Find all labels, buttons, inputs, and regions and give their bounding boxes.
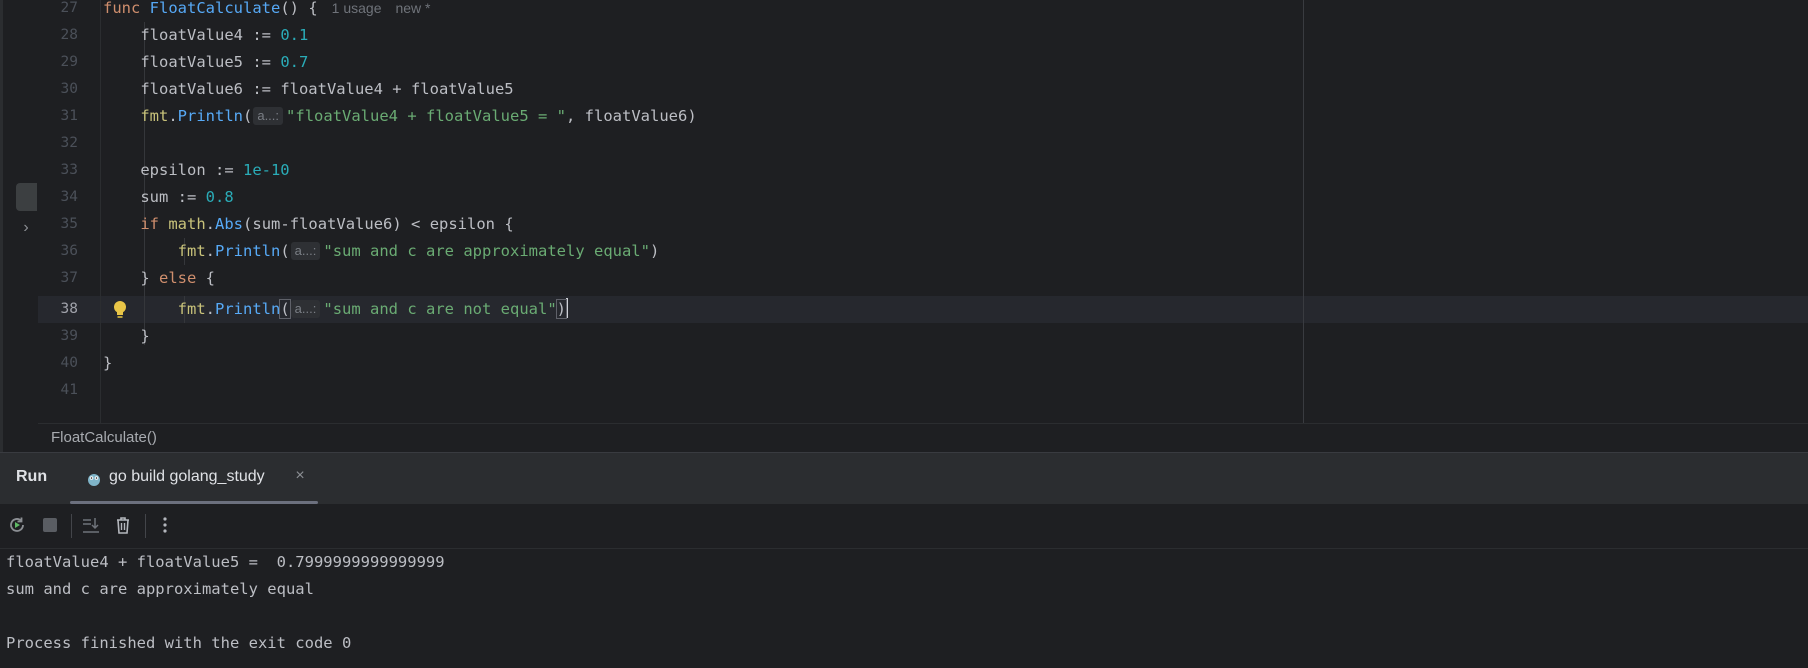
toolbar-separator bbox=[71, 514, 72, 538]
matched-paren: ) bbox=[555, 299, 568, 319]
gopher-icon bbox=[88, 474, 100, 486]
line-number: 33 bbox=[60, 162, 78, 178]
code-line-39[interactable]: } bbox=[103, 323, 149, 350]
line-number: 27 bbox=[60, 0, 78, 16]
left-tool-strip bbox=[0, 0, 3, 452]
breadcrumb[interactable]: FloatCalculate() bbox=[51, 429, 157, 446]
stop-icon[interactable] bbox=[39, 514, 61, 536]
more-options-icon[interactable] bbox=[154, 514, 176, 536]
parameter-hint: a...: bbox=[253, 107, 284, 125]
lightbulb-icon[interactable] bbox=[110, 299, 130, 321]
console-line: floatValue4 + floatValue5 = 0.7999999999… bbox=[6, 553, 445, 571]
toolbar-separator bbox=[145, 514, 146, 538]
run-header: Run go build golang_study × bbox=[0, 453, 1808, 504]
line-number-current: 38 bbox=[60, 301, 78, 317]
line-number: 29 bbox=[60, 54, 78, 70]
line-number: 41 bbox=[60, 382, 78, 398]
line-number: 28 bbox=[60, 27, 78, 43]
rerun-icon[interactable] bbox=[6, 514, 28, 536]
code-line-33[interactable]: epsilon := 1e-10 bbox=[103, 157, 289, 184]
parameter-hint: a...: bbox=[290, 242, 321, 260]
gutter-divider bbox=[100, 0, 101, 423]
scroll-to-end-icon[interactable] bbox=[80, 514, 102, 536]
code-line-38[interactable]: fmt.Println(a...: "sum and c are not equa… bbox=[103, 296, 568, 323]
line-number: 37 bbox=[60, 270, 78, 286]
line-number: 34 bbox=[60, 189, 78, 205]
console-line: Process finished with the exit code 0 bbox=[6, 634, 352, 652]
code-line-35[interactable]: if math.Abs(sum-floatValue6) < epsilon { bbox=[103, 211, 513, 238]
text-caret bbox=[566, 298, 568, 318]
code-line-40[interactable]: } bbox=[103, 350, 112, 377]
matched-paren: ( bbox=[279, 299, 291, 319]
tab-run-configuration[interactable]: go build golang_study × bbox=[70, 453, 318, 504]
breadcrumb-bar: FloatCalculate() bbox=[38, 423, 1808, 453]
line-number-gutter[interactable]: 27 28 29 30 31 32 33 34 35 36 37 38 39 4… bbox=[38, 0, 100, 423]
code-line-28[interactable]: floatValue4 := 0.1 bbox=[103, 22, 308, 49]
code-line-36[interactable]: fmt.Println(a...: "sum and c are approxim… bbox=[103, 238, 659, 265]
line-number: 39 bbox=[60, 328, 78, 344]
vcs-author-hint[interactable]: new * bbox=[395, 0, 430, 16]
line-number: 36 bbox=[60, 243, 78, 259]
parameter-hint: a...: bbox=[290, 300, 321, 318]
line-number: 30 bbox=[60, 81, 78, 97]
trash-icon[interactable] bbox=[112, 514, 134, 536]
run-title: Run bbox=[16, 468, 48, 485]
code-line-37[interactable]: } else { bbox=[103, 265, 215, 292]
close-icon[interactable]: × bbox=[292, 467, 308, 487]
code-line-34[interactable]: sum := 0.8 bbox=[103, 184, 233, 211]
run-toolbar bbox=[0, 504, 1808, 549]
line-number: 35 bbox=[60, 216, 78, 232]
structure-tab[interactable] bbox=[16, 183, 37, 211]
code-line-31[interactable]: fmt.Println(a...: "floatValue4 + floatVal… bbox=[103, 103, 697, 130]
line-number: 40 bbox=[60, 355, 78, 371]
code-editor[interactable]: › 27 28 29 30 31 32 33 34 35 36 37 38 39… bbox=[0, 0, 1808, 452]
console-output[interactable]: floatValue4 + floatValue5 = 0.7999999999… bbox=[0, 549, 1808, 668]
line-number: 32 bbox=[60, 135, 78, 151]
chevron-right-icon[interactable]: › bbox=[18, 216, 34, 240]
code-line-30[interactable]: floatValue6 := floatValue4 + floatValue5 bbox=[103, 76, 513, 103]
console-line: sum and c are approximately equal bbox=[6, 580, 314, 598]
code-line-29[interactable]: floatValue5 := 0.7 bbox=[103, 49, 308, 76]
run-tool-window: Run go build golang_study × floatValue4 … bbox=[0, 452, 1808, 668]
usages-hint[interactable]: 1 usage bbox=[332, 0, 382, 16]
run-tab-label: go build golang_study bbox=[109, 468, 265, 485]
code-line-27[interactable]: func FloatCalculate() {1 usage new * bbox=[103, 0, 431, 22]
line-number: 31 bbox=[60, 108, 78, 124]
right-margin-guide bbox=[1303, 0, 1304, 423]
